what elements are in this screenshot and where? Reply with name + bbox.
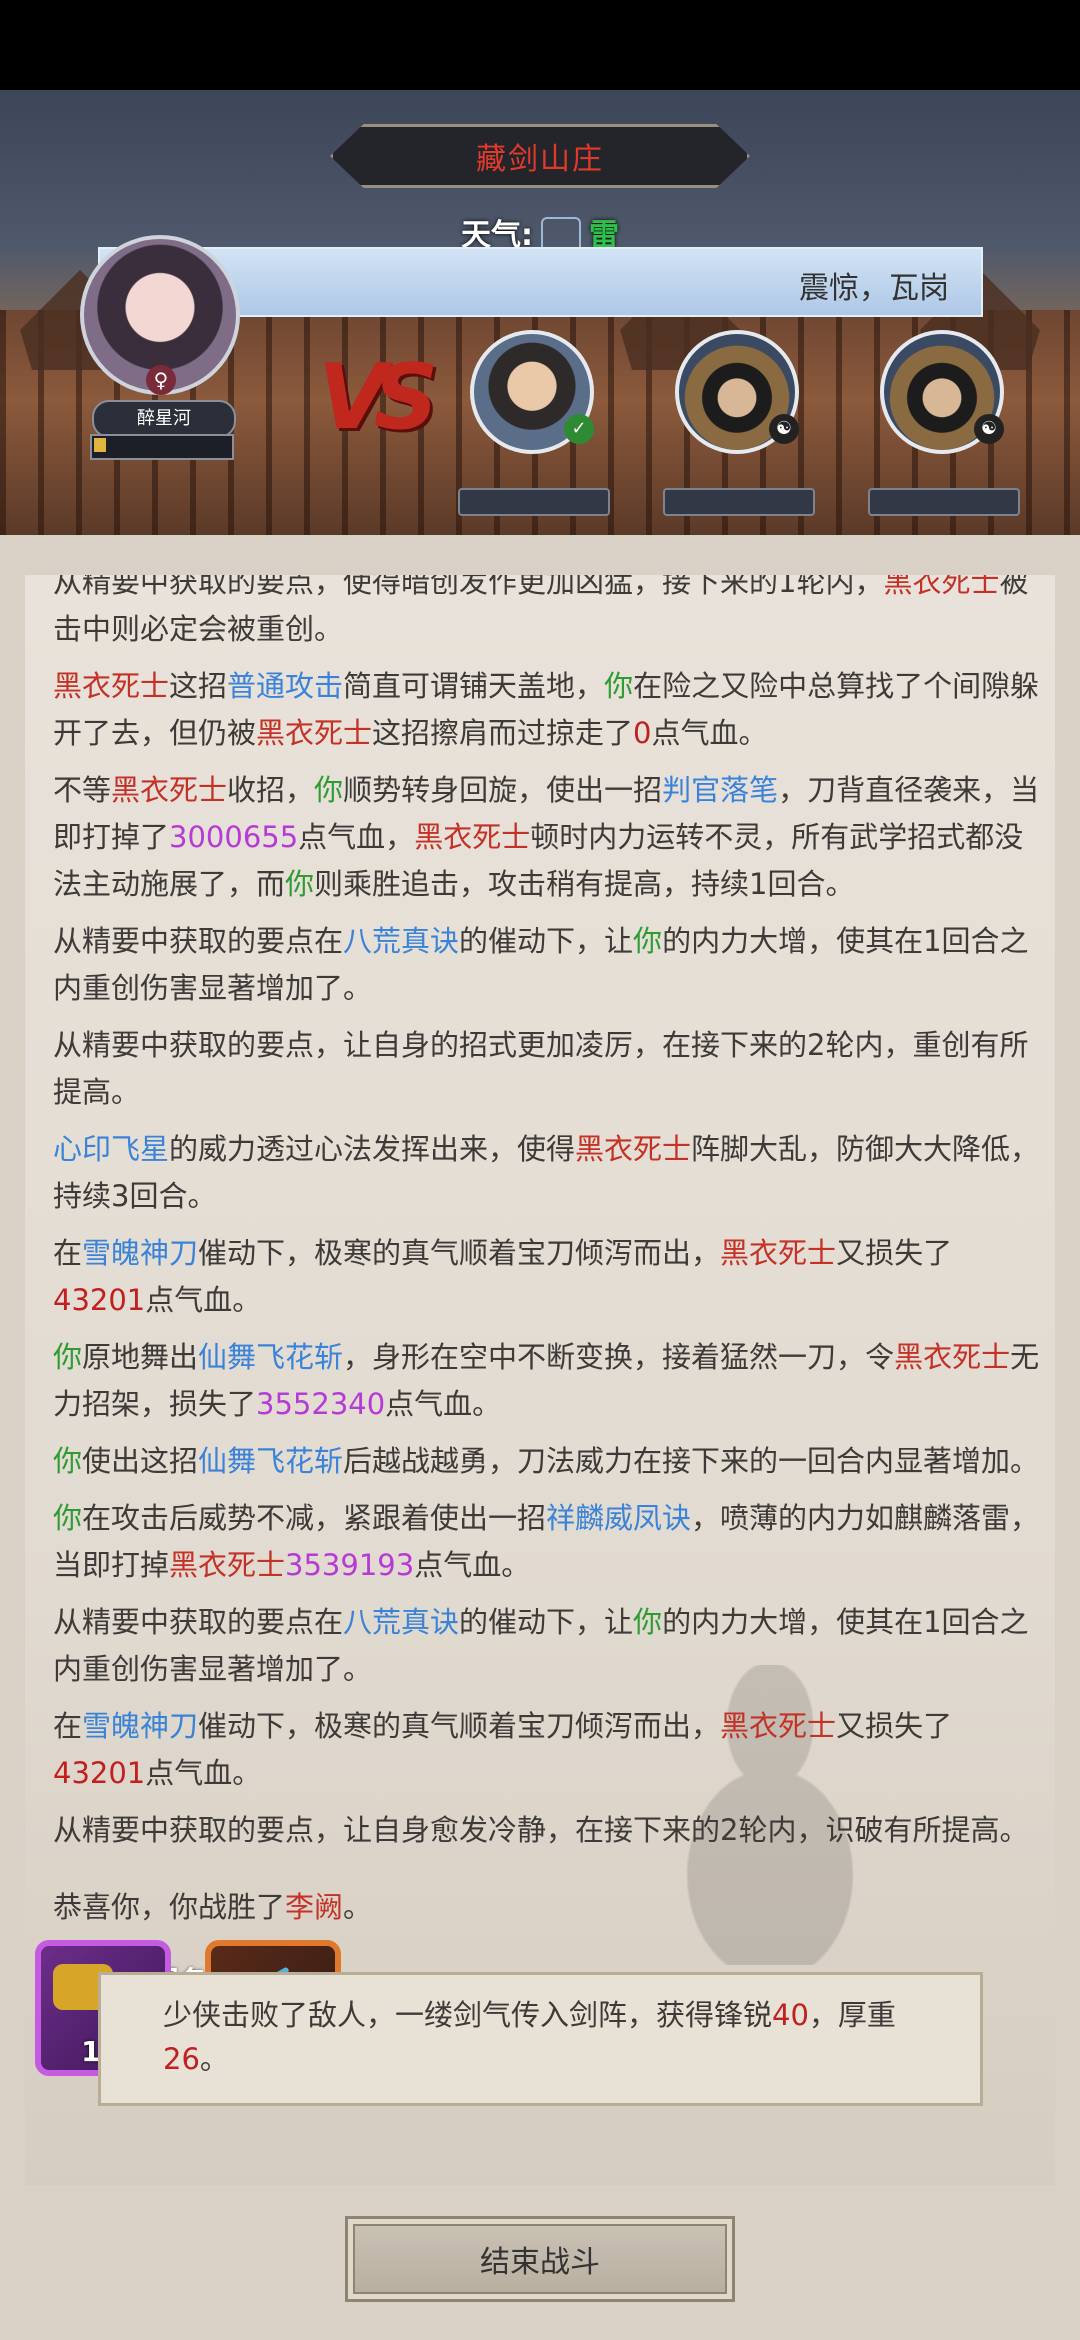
enemy-health-bar [868,488,1020,516]
enemy-avatar[interactable]: ☯ [675,330,799,454]
yin-yang-icon: ☯ [974,414,1004,444]
log-entry: 在雪魄神刀催动下，极寒的真气顺着宝刀倾泻而出，黑衣死士又损失了43201点气血。 [53,1236,953,1317]
enemy-avatar[interactable]: ☯ [880,330,1004,454]
player-name: 醉星河 [92,400,236,438]
location-banner: 藏剑山庄 [330,124,750,188]
player-avatar[interactable]: ♀ [80,235,240,395]
female-icon: ♀ [146,365,176,395]
versus-emblem: VS [318,345,439,450]
log-entry: 你在攻击后威势不减，紧跟着使出一招祥麟威凤诀，喷薄的内力如麒麟落雷，当即打掉黑衣… [53,1501,1040,1582]
sword-badge-icon: ✓ [564,414,594,444]
log-entry: 从精要中获取的要点在八荒真诀的催动下，让你的内力大增，使其在1回合之内重创伤害显… [53,924,1029,1005]
end-battle-button[interactable]: 结束战斗 [345,2216,735,2302]
log-entry: 你使出这招仙舞飞花斩后越战越勇，刀法威力在接下来的一回合内显著增加。 [53,1444,1040,1478]
enemy-health-bar [663,488,815,516]
status-bar [0,0,1080,90]
log-entry: 从精要中获取的要点，使得暗创发作更加凶猛，接下来的1轮内，黑衣死士被击中则必定会… [53,575,1029,646]
battle-log-panel[interactable]: 从精要中获取的要点，使得暗创发作更加凶猛，接下来的1轮内，黑衣死士被击中则必定会… [25,575,1055,2185]
log-entry: 黑衣死士这招普通攻击简直可谓铺天盖地，你在险之又险中总算找了个间隙躲开了去，但仍… [53,669,1040,750]
log-entry: 心印飞星的威力透过心法发挥出来，使得黑衣死士阵脚大乱，防御大大降低，持续3回合。 [53,1132,1040,1213]
player-health-bar [90,434,234,460]
battle-log: 从精要中获取的要点，使得暗创发作更加凶猛，接下来的1轮内，黑衣死士被击中则必定会… [53,575,1043,2059]
enemy-avatar[interactable]: ✓ [470,330,594,454]
yin-yang-icon: ☯ [769,414,799,444]
log-entry: 从精要中获取的要点在八荒真诀的催动下，让你的内力大增，使其在1回合之内重创伤害显… [53,1605,1029,1686]
log-entry: 你原地舞出仙舞飞花斩，身形在空中不断变换，接着猛然一刀，令黑衣死士无力招架，损失… [53,1340,1040,1421]
log-entry: 从精要中获取的要点，让自身的招式更加凌厉，在接下来的2轮内，重创有所提高。 [53,1028,1029,1109]
log-entry: 在雪魄神刀催动下，极寒的真气顺着宝刀倾泻而出，黑衣死士又损失了43201点气血。 [53,1709,953,1790]
victory-message: 恭喜你，你战胜了李阙。 [53,1890,373,1924]
location-title: 藏剑山庄 [476,142,604,177]
log-entry: 从精要中获取的要点，让自身愈发冷静，在接下来的2轮内，识破有所提高。 [53,1813,1029,1847]
announcement-text: 震惊，瓦岗 [799,271,949,306]
log-entry: 不等黑衣死士收招，你顺势转身回旋，使出一招判官落笔，刀背直径袭来，当即打掉了30… [53,773,1040,901]
battle-header: 藏剑山庄 天气: 雷 震惊，瓦岗 ♀ 醉星河 VS ✓ ☯ ☯ [0,90,1080,535]
enemy-health-bar [458,488,610,516]
reward-toast: 少侠击败了敌人，一缕剑气传入剑阵，获得锋锐40，厚重26。 [98,1972,983,2106]
